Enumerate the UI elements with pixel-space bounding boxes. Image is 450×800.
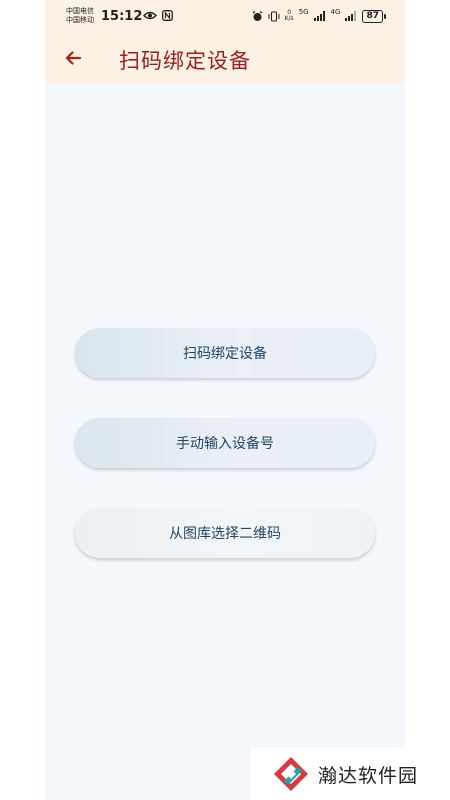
carrier-1: 中国电信 [66, 7, 94, 15]
select-qr-from-gallery-label: 从图库选择二维码 [169, 526, 281, 542]
signal-icon-2 [345, 11, 357, 21]
eye-icon [143, 11, 157, 20]
net-speed: 0 K/s [285, 10, 294, 22]
watermark-logo-icon [274, 757, 308, 791]
net-speed-unit: K/s [284, 15, 294, 22]
page-title: 扫码绑定设备 [119, 49, 251, 73]
select-qr-from-gallery-button[interactable]: 从图库选择二维码 [75, 508, 375, 558]
app-screen: 中国电信 中国移动 15:12 0 K/s 5G 4G 87 扫码绑定设备 扫码… [45, 0, 405, 800]
manual-input-device-button[interactable]: 手动输入设备号 [75, 418, 375, 468]
battery-icon: 87 [362, 9, 386, 23]
back-arrow-icon[interactable] [63, 48, 83, 68]
status-bar: 中国电信 中国移动 15:12 0 K/s 5G 4G 87 [45, 0, 405, 34]
nfc-icon [162, 10, 173, 21]
carrier-2: 中国移动 [66, 16, 94, 24]
signal-2-label: 4G [330, 8, 341, 16]
carrier-info: 中国电信 中国移动 [66, 7, 94, 25]
scan-bind-device-label: 扫码绑定设备 [183, 346, 267, 362]
watermark: 瀚达软件园 [250, 748, 450, 800]
status-time: 15:12 [101, 9, 143, 24]
manual-input-device-label: 手动输入设备号 [176, 436, 274, 452]
scan-bind-device-button[interactable]: 扫码绑定设备 [75, 328, 375, 378]
alarm-icon [252, 10, 262, 21]
app-bar: 扫码绑定设备 [45, 34, 405, 84]
vibrate-icon [268, 10, 280, 22]
signal-icon [313, 11, 325, 21]
signal-1-label: 5G [298, 8, 309, 16]
status-icons: 0 K/s 5G 4G 87 [252, 8, 386, 24]
battery-level: 87 [366, 10, 379, 21]
watermark-text: 瀚达软件园 [318, 764, 419, 787]
